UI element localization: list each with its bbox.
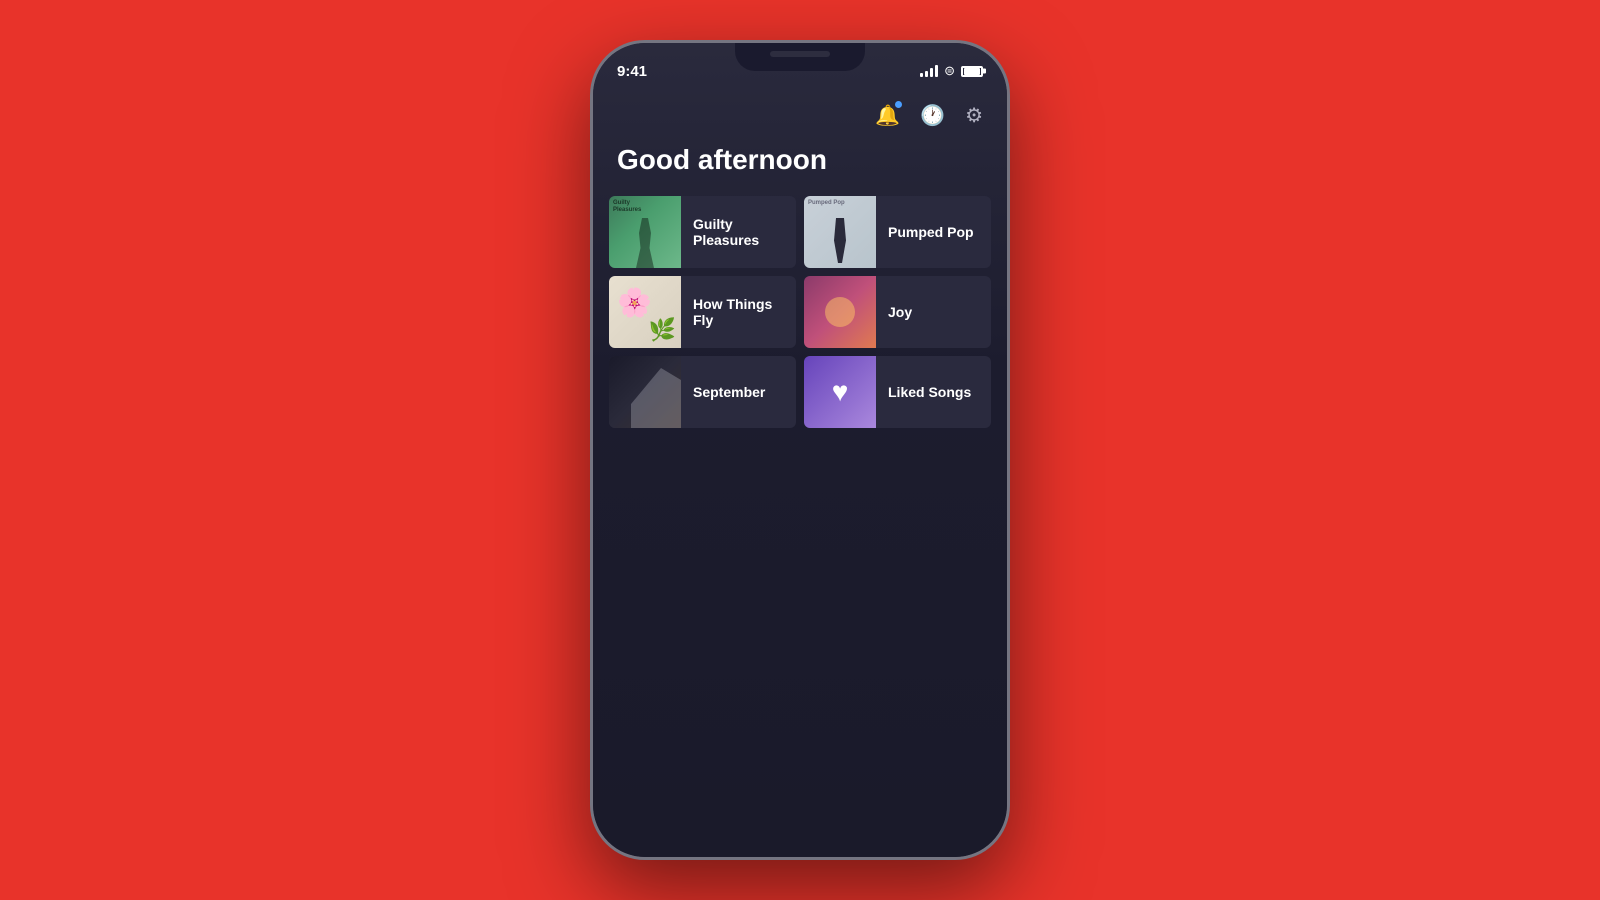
playlist-thumb-how-things-fly [609, 276, 681, 348]
playlist-row-1: GuiltyPleasures Guilty Pleasures Pumped … [609, 196, 991, 268]
playlist-thumb-joy [804, 276, 876, 348]
phone-speaker [770, 51, 830, 57]
top-icons-bar: 🔔 🕐 ⚙ [593, 87, 1007, 136]
greeting-text: Good afternoon [593, 136, 1007, 196]
phone-frame: 9:41 ⊜ 🔔 🕐 ⚙ Good afternoon [590, 40, 1010, 860]
notification-dot [895, 101, 902, 108]
notifications-button[interactable]: 🔔 [875, 103, 900, 128]
playlist-item-joy[interactable]: Joy [804, 276, 991, 348]
playlist-thumb-guilty-pleasures: GuiltyPleasures [609, 196, 681, 268]
signal-icon [920, 65, 938, 77]
phone-screen: 9:41 ⊜ 🔔 🕐 ⚙ Good afternoon [593, 43, 1007, 857]
status-time: 9:41 [617, 63, 647, 80]
playlist-item-september[interactable]: September [609, 356, 796, 428]
playlist-label-september: September [681, 384, 796, 400]
playlist-row-2: How Things Fly Joy [609, 276, 991, 348]
battery-icon [961, 66, 983, 77]
playlist-label-joy: Joy [876, 304, 991, 320]
playlist-item-pumped-pop[interactable]: Pumped Pop Pumped Pop [804, 196, 991, 268]
playlist-thumb-pumped-pop: Pumped Pop [804, 196, 876, 268]
playlist-thumb-september [609, 356, 681, 428]
wifi-icon: ⊜ [944, 63, 955, 79]
history-button[interactable]: 🕐 [920, 103, 945, 128]
playlist-row-3: September Liked Songs [609, 356, 991, 428]
playlist-label-liked-songs: Liked Songs [876, 384, 991, 400]
playlist-label-how-things-fly: How Things Fly [681, 296, 796, 328]
phone-notch [735, 43, 865, 71]
playlist-label-guilty-pleasures: Guilty Pleasures [681, 216, 796, 248]
playlist-label-pumped-pop: Pumped Pop [876, 224, 991, 240]
playlist-item-liked-songs[interactable]: Liked Songs [804, 356, 991, 428]
playlist-thumb-liked-songs [804, 356, 876, 428]
playlist-item-how-things-fly[interactable]: How Things Fly [609, 276, 796, 348]
settings-button[interactable]: ⚙ [965, 103, 983, 128]
status-icons: ⊜ [920, 64, 983, 79]
playlist-grid: GuiltyPleasures Guilty Pleasures Pumped … [593, 196, 1007, 428]
playlist-item-guilty-pleasures[interactable]: GuiltyPleasures Guilty Pleasures [609, 196, 796, 268]
